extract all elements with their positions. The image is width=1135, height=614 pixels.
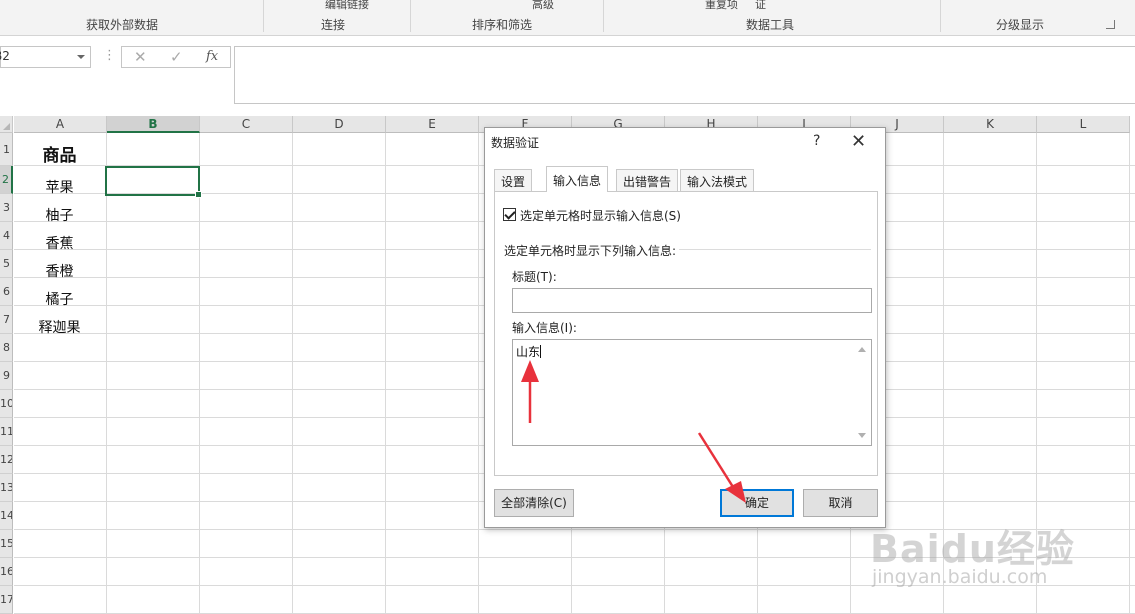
input-message-panel: 选定单元格时显示输入信息(S) 选定单元格时显示下列输入信息: 标题(T): 输… bbox=[494, 191, 878, 476]
tab-input-message[interactable]: 输入信息 bbox=[546, 166, 609, 192]
ribbon-separator bbox=[940, 0, 941, 32]
name-box[interactable]: B2 bbox=[0, 46, 91, 68]
scroll-down-icon[interactable] bbox=[858, 433, 866, 438]
row-header-7[interactable]: 7 bbox=[0, 306, 13, 334]
section-divider bbox=[679, 249, 871, 250]
show-input-message-label[interactable]: 选定单元格时显示输入信息(S) bbox=[520, 207, 681, 224]
input-message-textarea[interactable]: 山东 bbox=[512, 339, 872, 446]
row-header-3[interactable]: 3 bbox=[0, 194, 13, 222]
advanced-filter-button[interactable]: 高级 bbox=[532, 0, 554, 12]
baidu-watermark-url: jingyan.baidu.com bbox=[872, 566, 1048, 588]
select-all-corner[interactable] bbox=[0, 116, 13, 133]
chevron-down-icon[interactable] bbox=[77, 55, 85, 59]
column-header-e[interactable]: E bbox=[386, 116, 479, 133]
cell-a5[interactable]: 香橙 bbox=[14, 261, 105, 281]
baidu-watermark-logo: Baidu经验 bbox=[870, 527, 1075, 571]
name-box-value: B2 bbox=[0, 49, 10, 63]
remove-duplicates-button[interactable]: 重复项 bbox=[705, 0, 738, 12]
textarea-scrollbar[interactable] bbox=[854, 341, 870, 444]
title-field[interactable] bbox=[512, 288, 872, 313]
row-header-9[interactable]: 9 bbox=[0, 362, 13, 390]
row-header-2[interactable]: 2 bbox=[0, 166, 13, 194]
group-sort-filter: 排序和筛选 bbox=[472, 18, 533, 32]
column-header-k[interactable]: K bbox=[944, 116, 1037, 133]
row-header-8[interactable]: 8 bbox=[0, 334, 13, 362]
cell-a3[interactable]: 柚子 bbox=[14, 205, 105, 225]
cell-a1[interactable]: 商品 bbox=[14, 141, 105, 166]
message-field-label: 输入信息(I): bbox=[512, 321, 577, 335]
cancel-icon[interactable]: ✕ bbox=[134, 48, 147, 66]
row-header-5[interactable]: 5 bbox=[0, 250, 13, 278]
formula-buttons: ✕ ✓ fx bbox=[121, 46, 231, 68]
group-get-external-data: 获取外部数据 bbox=[86, 18, 159, 32]
cell-a7[interactable]: 释迦果 bbox=[14, 317, 105, 337]
column-header-d[interactable]: D bbox=[293, 116, 386, 133]
ribbon: 编辑链接 高级 重复项 证 获取外部数据 连接 排序和筛选 数据工具 分级显示 bbox=[0, 0, 1135, 36]
row-header-11[interactable]: 11 bbox=[0, 418, 13, 446]
column-header-c[interactable]: C bbox=[200, 116, 293, 133]
data-validation-button[interactable]: 证 bbox=[755, 0, 766, 12]
ribbon-separator bbox=[410, 0, 411, 32]
row-header-10[interactable]: 10 bbox=[0, 390, 13, 418]
scroll-up-icon[interactable] bbox=[858, 347, 866, 352]
insert-function-icon[interactable]: fx bbox=[206, 49, 218, 64]
formula-input[interactable] bbox=[234, 46, 1135, 104]
cell-a4[interactable]: 香蕉 bbox=[14, 233, 105, 253]
dialog-title: 数据验证 bbox=[491, 136, 540, 150]
row-header-1[interactable]: 1 bbox=[0, 133, 13, 166]
title-field-label: 标题(T): bbox=[512, 270, 557, 284]
row-header-4[interactable]: 4 bbox=[0, 222, 13, 250]
clear-all-button[interactable]: 全部清除(C) bbox=[494, 489, 574, 517]
edit-links-button[interactable]: 编辑链接 bbox=[325, 0, 369, 12]
column-header-a[interactable]: A bbox=[14, 116, 107, 133]
cell-a2[interactable]: 苹果 bbox=[14, 177, 105, 197]
row-header-16[interactable]: 16 bbox=[0, 558, 13, 586]
group-connections: 连接 bbox=[321, 18, 346, 32]
tab-ime-mode[interactable]: 输入法模式 bbox=[680, 169, 755, 191]
row-header-17[interactable]: 17 bbox=[0, 586, 13, 614]
formula-bar: B2 ⋮ ✕ ✓ fx bbox=[0, 36, 1135, 116]
help-icon[interactable]: ? bbox=[813, 133, 820, 149]
check-icon[interactable]: ✓ bbox=[170, 48, 183, 66]
selected-cell-b2[interactable] bbox=[105, 166, 202, 198]
ribbon-separator bbox=[263, 0, 264, 32]
row-header-13[interactable]: 13 bbox=[0, 474, 13, 502]
dialog-launcher-icon[interactable] bbox=[1106, 20, 1115, 29]
ribbon-separator bbox=[603, 0, 604, 32]
tab-settings[interactable]: 设置 bbox=[494, 169, 533, 191]
row-header-6[interactable]: 6 bbox=[0, 278, 13, 306]
group-outline: 分级显示 bbox=[996, 18, 1045, 32]
column-header-l[interactable]: L bbox=[1037, 116, 1130, 133]
cell-a6[interactable]: 橘子 bbox=[14, 289, 105, 309]
row-header-15[interactable]: 15 bbox=[0, 530, 13, 558]
column-header-b[interactable]: B bbox=[107, 116, 200, 133]
row-header-14[interactable]: 14 bbox=[0, 502, 13, 530]
input-message-text: 山东 bbox=[516, 345, 542, 359]
data-validation-dialog: 数据验证 ? ✕ 设置 输入信息 出错警告 输入法模式 选定单元格时显示输入信息… bbox=[484, 127, 886, 528]
group-data-tools: 数据工具 bbox=[746, 18, 795, 32]
show-input-message-checkbox[interactable] bbox=[503, 208, 516, 221]
ok-button[interactable]: 确定 bbox=[720, 489, 794, 517]
row-header-12[interactable]: 12 bbox=[0, 446, 13, 474]
tab-error-alert[interactable]: 出错警告 bbox=[616, 169, 679, 191]
more-options-icon[interactable]: ⋮ bbox=[103, 48, 116, 63]
section-label: 选定单元格时显示下列输入信息: bbox=[504, 244, 677, 258]
close-icon[interactable]: ✕ bbox=[851, 131, 866, 152]
cancel-button[interactable]: 取消 bbox=[803, 489, 878, 517]
